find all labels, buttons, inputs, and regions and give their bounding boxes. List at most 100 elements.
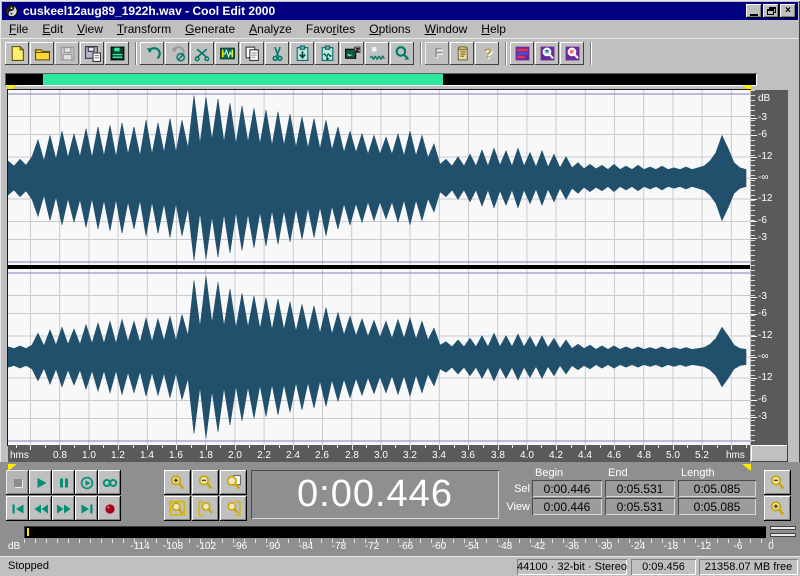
overview-view-region[interactable] [43, 74, 443, 85]
selview-header-length: Length [681, 467, 715, 479]
overview-row [2, 67, 798, 89]
selview-row-label-sel: Sel [504, 483, 530, 495]
time-tick [658, 445, 659, 448]
cue-playlist-button[interactable] [390, 42, 414, 65]
db-tick [751, 221, 757, 222]
menu-file[interactable]: File [2, 21, 35, 37]
close-button[interactable]: × [780, 4, 796, 18]
menu-generate[interactable]: Generate [178, 21, 242, 37]
convert-sample-type-button[interactable] [340, 42, 364, 65]
time-label: 4.2 [549, 450, 563, 461]
toolbar-group: FF?? [425, 42, 506, 65]
mix-paste-button[interactable] [315, 42, 339, 65]
db-label: -3 [758, 292, 767, 302]
go-to-beginning-button[interactable] [6, 496, 29, 521]
go-to-end-button[interactable] [75, 496, 98, 521]
selview-view-end[interactable]: 0:05.531 [605, 498, 675, 515]
selview-sel-length[interactable]: 0:05.085 [678, 480, 756, 497]
help-button[interactable]: ?? [475, 42, 499, 65]
time-tick [16, 445, 17, 448]
save-button[interactable] [55, 42, 79, 65]
cd-extract-button[interactable] [105, 42, 129, 65]
close-icon: × [785, 6, 791, 16]
menu-options[interactable]: Options [362, 21, 417, 37]
save-as-button[interactable] [80, 42, 104, 65]
selview-view-begin[interactable]: 0:00.446 [532, 498, 602, 515]
selview-row-label-view: View [504, 501, 530, 513]
copy-button[interactable] [240, 42, 264, 65]
time-tick [395, 445, 396, 448]
time-label: 4.4 [578, 450, 592, 461]
trim-button[interactable] [215, 42, 239, 65]
time-tick [629, 445, 630, 448]
stop-button[interactable] [6, 470, 29, 495]
frequency-analysis-button[interactable]: FF [425, 42, 449, 65]
time-display[interactable]: 0:00.446 [251, 470, 499, 519]
clip-indicator-left[interactable] [770, 526, 796, 530]
rewind-button[interactable] [29, 496, 52, 521]
zoom-to-selection-button[interactable] [164, 496, 191, 521]
selview-sel-begin[interactable]: 0:00.446 [532, 480, 602, 497]
db-label: -12 [758, 373, 772, 383]
restore-button[interactable] [763, 4, 779, 18]
level-meter-row: dB -114-108-102-96-90-84-78-72-66-60-54-… [0, 524, 800, 556]
time-ruler[interactable]: 0.81.01.21.41.61.82.02.22.42.62.83.03.23… [8, 445, 750, 462]
menu-favorites[interactable]: Favorites [299, 21, 362, 37]
noise-reduction-button[interactable] [365, 42, 389, 65]
cd-player-button[interactable] [510, 42, 534, 65]
selview-sel-end[interactable]: 0:05.531 [605, 480, 675, 497]
menu-view[interactable]: View [70, 21, 110, 37]
db-tick [751, 157, 757, 158]
clip-indicator-right[interactable] [770, 533, 796, 537]
open-file-button[interactable] [30, 42, 54, 65]
status-duration-panel: 0:09.456 [631, 559, 696, 575]
meter-unit-label: dB [8, 541, 20, 552]
overview-scroll-track[interactable] [5, 73, 757, 86]
record-button[interactable] [98, 496, 121, 521]
play-button[interactable] [29, 470, 52, 495]
meter-db-label: -30 [598, 541, 612, 552]
waveform-view-button[interactable] [560, 42, 584, 65]
time-label: 2.0 [228, 450, 242, 461]
time-label: 3.2 [403, 450, 417, 461]
play-looped-button[interactable] [75, 470, 98, 495]
spectral-view-button[interactable] [535, 42, 559, 65]
zoom-sel-left-button[interactable] [192, 496, 219, 521]
menu-analyze[interactable]: Analyze [242, 21, 299, 37]
time-label: 3.6 [461, 450, 475, 461]
fast-forward-button[interactable] [52, 496, 75, 521]
delete-selection-button[interactable] [190, 42, 214, 65]
vertical-zoom-out-button[interactable] [764, 470, 791, 495]
db-tick [751, 357, 757, 358]
minimize-button[interactable] [746, 4, 762, 18]
menu-transform[interactable]: Transform [110, 21, 178, 37]
new-file-button[interactable] [5, 42, 29, 65]
db-tick [751, 238, 757, 239]
paste-button[interactable] [290, 42, 314, 65]
undo-button[interactable] [140, 42, 164, 65]
zoom-in-button[interactable] [164, 470, 191, 495]
menu-help[interactable]: Help [474, 21, 513, 37]
cut-button[interactable] [265, 42, 289, 65]
selview-view-length[interactable]: 0:05.085 [678, 498, 756, 515]
zoom-sel-right-button[interactable] [220, 496, 247, 521]
vertical-zoom-in-button[interactable] [764, 496, 791, 521]
time-unit-right: hms [726, 450, 745, 461]
title-bar: cuskeel12aug89_1922h.wav - Cool Edit 200… [2, 2, 798, 20]
status-message: Stopped [8, 560, 49, 572]
amplitude-ruler[interactable]: dB-3-3-6-6-12-12-∞-3-3-6-6-12-12-∞ [751, 90, 788, 445]
time-label: 2.2 [257, 450, 271, 461]
time-label: 2.4 [286, 450, 300, 461]
menu-window[interactable]: Window [418, 21, 475, 37]
level-meter-bar[interactable] [24, 526, 766, 538]
db-label: -3 [758, 233, 767, 243]
waveform-display[interactable] [7, 89, 751, 446]
play-to-end-button[interactable] [98, 470, 121, 495]
menu-edit[interactable]: Edit [35, 21, 70, 37]
disable-undo-button[interactable] [165, 42, 189, 65]
scripts-button[interactable] [450, 42, 474, 65]
meter-db-label: -102 [196, 541, 216, 552]
zoom-out-button[interactable] [192, 470, 219, 495]
zoom-full-button[interactable] [220, 470, 247, 495]
pause-button[interactable] [52, 470, 75, 495]
